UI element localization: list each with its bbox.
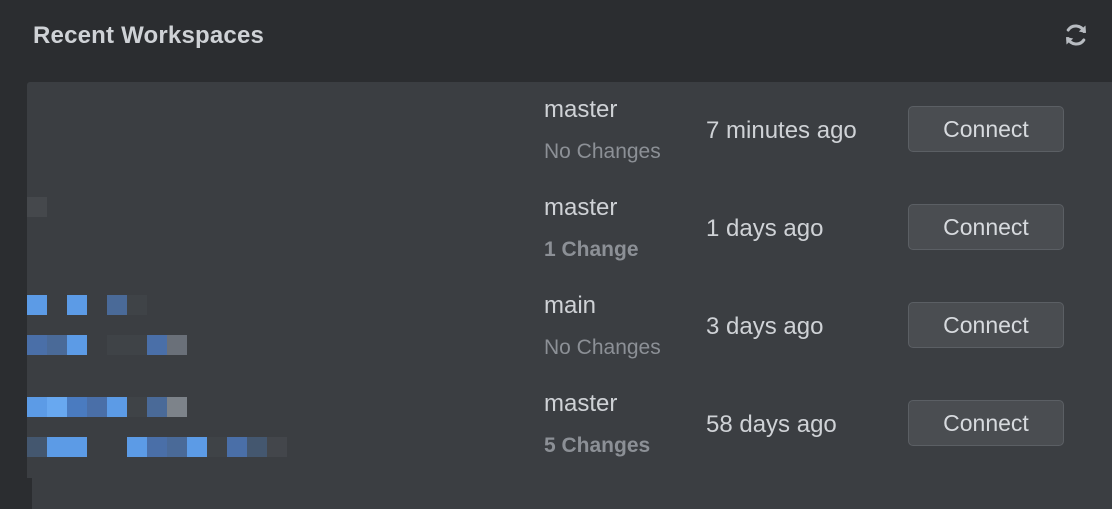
changes-status: 1 Change xyxy=(544,238,639,261)
branch-name: main xyxy=(544,292,597,319)
connect-button[interactable]: Connect xyxy=(908,302,1064,348)
panel-edge xyxy=(27,478,32,509)
changes-status: No Changes xyxy=(544,336,661,359)
last-used-time: 1 days ago xyxy=(706,215,824,242)
connect-button[interactable]: Connect xyxy=(908,400,1064,446)
last-used-time: 7 minutes ago xyxy=(706,117,857,144)
recent-workspaces-window: Recent Workspaces master No Changes 7 mi… xyxy=(0,0,1112,509)
workspace-row: master 1 Change 1 days ago Connect xyxy=(27,180,1112,278)
workspace-row: master No Changes 7 minutes ago Connect xyxy=(27,82,1112,180)
branch-name: master xyxy=(544,390,618,417)
refresh-icon xyxy=(1062,21,1090,54)
last-used-time: 3 days ago xyxy=(706,313,824,340)
connect-button[interactable]: Connect xyxy=(908,204,1064,250)
refresh-button[interactable] xyxy=(1060,21,1092,53)
workspace-name-redacted xyxy=(27,82,427,180)
workspace-name-redacted xyxy=(27,278,427,376)
last-used-time: 58 days ago xyxy=(706,411,837,438)
changes-status: 5 Changes xyxy=(544,434,651,457)
workspace-list: master No Changes 7 minutes ago Connect … xyxy=(27,82,1112,509)
connect-button[interactable]: Connect xyxy=(908,106,1064,152)
workspace-row: main No Changes 3 days ago Connect xyxy=(27,278,1112,376)
page-title: Recent Workspaces xyxy=(33,22,265,49)
branch-name: master xyxy=(544,194,618,221)
header: Recent Workspaces xyxy=(0,0,1112,80)
branch-name: master xyxy=(544,96,618,123)
workspace-name-redacted xyxy=(27,376,427,474)
workspace-name-redacted xyxy=(27,180,427,278)
changes-status: No Changes xyxy=(544,140,661,163)
workspace-row: master 5 Changes 58 days ago Connect xyxy=(27,376,1112,474)
